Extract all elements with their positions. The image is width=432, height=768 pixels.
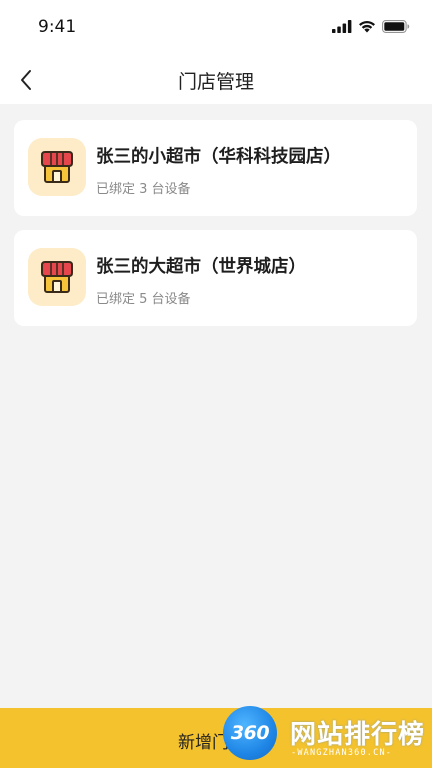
status-bar: 9:41 (0, 0, 432, 56)
store-icon (28, 138, 86, 196)
store-device-count: 已绑定 5 台设备 (96, 292, 191, 307)
store-card[interactable]: 张三的小超市（华科科技园店） 已绑定 3 台设备 (14, 120, 417, 216)
watermark-subtext: -WANGZHAN360.CN- (291, 748, 393, 758)
page-title: 门店管理 (177, 71, 254, 93)
watermark-badge: 360 (230, 722, 270, 744)
battery-icon (382, 19, 410, 33)
store-device-count: 已绑定 3 台设备 (96, 182, 191, 197)
cellular-signal-icon (332, 19, 352, 33)
store-card[interactable]: 张三的大超市（世界城店） 已绑定 5 台设备 (14, 230, 417, 326)
store-list: 张三的小超市（华科科技园店） 已绑定 3 台设备 张三的大超市（世界城店） 已绑… (14, 120, 417, 340)
status-icons (332, 19, 410, 33)
store-icon (28, 248, 86, 306)
nav-bar: 门店管理 (0, 56, 432, 104)
wifi-icon (359, 20, 375, 32)
watermark-logo: 360 (223, 706, 277, 760)
status-time: 9:41 (38, 17, 77, 37)
watermark-text: 网站排行榜 (290, 720, 426, 750)
store-name: 张三的大超市（世界城店） (96, 257, 306, 277)
store-name: 张三的小超市（华科科技园店） (96, 147, 341, 167)
